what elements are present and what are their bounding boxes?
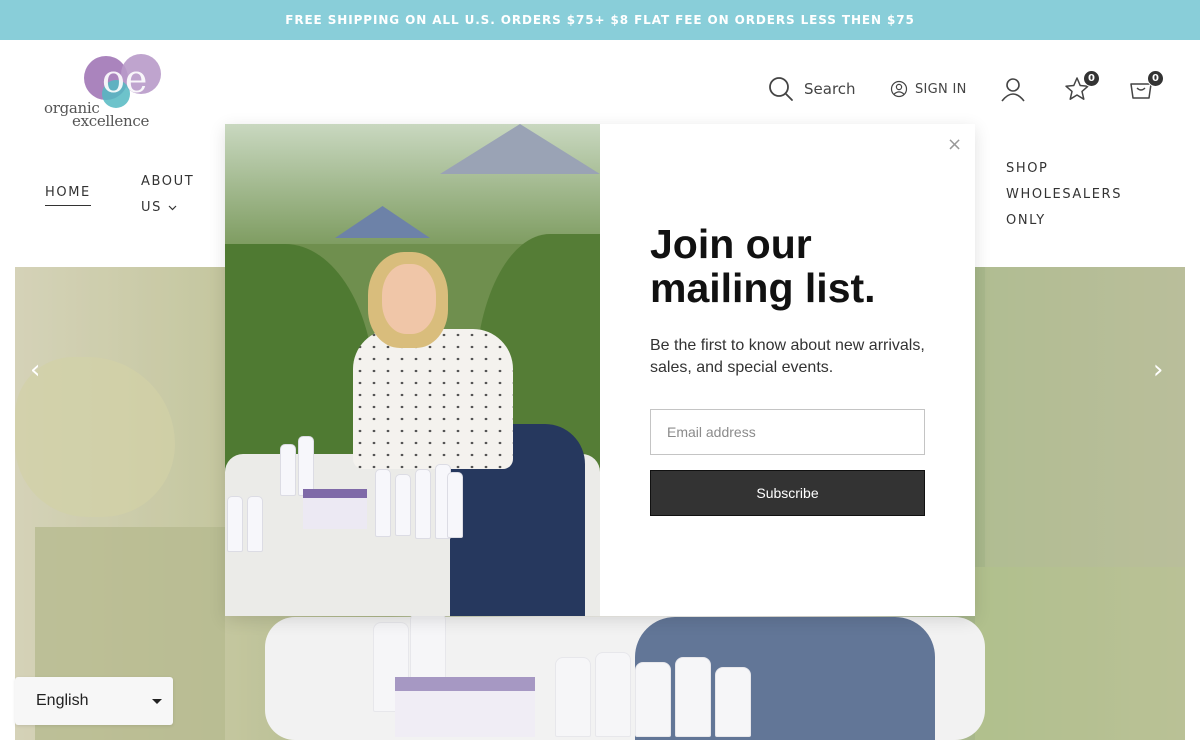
account-button[interactable] [1000, 74, 1026, 104]
photo-product-bottle [227, 496, 243, 552]
chevron-down-icon [168, 205, 177, 211]
search-label: Search [804, 80, 856, 98]
popup-photo [225, 124, 600, 616]
nav-shop-line1: SHOP [1006, 161, 1049, 176]
caret-down-icon [152, 699, 162, 704]
sign-in-link[interactable]: SIGN IN [890, 74, 967, 104]
search-button[interactable]: Search [768, 74, 856, 104]
newsletter-popup: × Join our mailing list. Be the first to… [225, 124, 975, 616]
language-selector[interactable]: English [15, 677, 173, 725]
chevron-right-icon: › [1153, 355, 1164, 385]
wishlist-count-badge: 0 [1083, 70, 1100, 87]
popup-title-line2: mailing list. [650, 265, 876, 311]
popup-description: Be the first to know about new arrivals,… [650, 337, 925, 376]
slideshow-next-button[interactable]: › [1153, 355, 1163, 385]
slideshow-prev-button[interactable]: ‹ [30, 355, 40, 385]
photo-product-bottle [447, 472, 463, 538]
photo-product-bottle [298, 436, 314, 496]
photo-product-bottle [395, 474, 411, 536]
photo-product-box [303, 489, 367, 529]
popup-title-line1: Join our [650, 221, 812, 267]
nav-shop-line3: ONLY [1006, 213, 1046, 228]
nav-about-line2: US [141, 200, 162, 215]
email-input[interactable] [650, 409, 925, 455]
chevron-left-icon: ‹ [30, 355, 41, 385]
svg-text:oe: oe [102, 57, 147, 101]
subscribe-button[interactable]: Subscribe [650, 470, 925, 516]
nav-about-line1: ABOUT [141, 174, 195, 189]
popup-title: Join our mailing list. [650, 222, 950, 310]
nav-about-us[interactable]: ABOUT US [141, 169, 194, 221]
wishlist-button[interactable]: 0 [1064, 70, 1100, 104]
cart-count-badge: 0 [1147, 70, 1164, 87]
brand-logo[interactable]: oe organic excellence [44, 52, 168, 132]
photo-product-bottle [280, 444, 296, 496]
announcement-bar: FREE SHIPPING ON ALL U.S. ORDERS $75+ $8… [0, 0, 1200, 40]
user-circle-icon [890, 80, 908, 98]
photo-product-bottle [415, 469, 431, 539]
photo-product-bottle [375, 469, 391, 537]
nav-about-line2-wrap: US [141, 195, 194, 221]
photo-person-face [382, 264, 436, 334]
photo-product-bottle [247, 496, 263, 552]
sign-in-label: SIGN IN [915, 81, 967, 97]
nav-shop-line2: WHOLESALERS [1006, 187, 1123, 202]
search-icon [769, 77, 793, 101]
nav-home[interactable]: HOME [45, 182, 91, 206]
account-icon [1001, 78, 1025, 102]
photo-person-blouse [353, 329, 513, 469]
nav-shop-wholesalers-only[interactable]: SHOP WHOLESALERS ONLY [1006, 156, 1122, 234]
language-selected: English [36, 692, 89, 709]
announcement-text: FREE SHIPPING ON ALL U.S. ORDERS $75+ $8… [285, 13, 915, 27]
logo-text-excellence: excellence [72, 112, 150, 130]
cart-button[interactable]: 0 [1128, 70, 1164, 104]
close-popup-button[interactable]: × [947, 134, 962, 155]
close-icon: × [947, 134, 963, 155]
